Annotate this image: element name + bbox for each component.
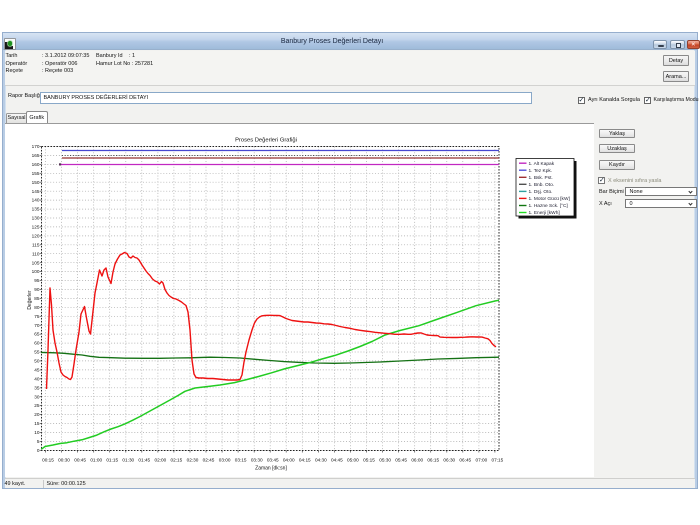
svg-text:115: 115 <box>32 242 40 247</box>
svg-text:04:15: 04:15 <box>299 458 311 463</box>
svg-text:160: 160 <box>32 162 40 167</box>
svg-text:20: 20 <box>34 412 40 417</box>
svg-text:0: 0 <box>37 448 40 453</box>
svg-text:95: 95 <box>34 278 40 283</box>
svg-text:15: 15 <box>34 421 40 426</box>
svg-text:65: 65 <box>34 332 40 337</box>
svg-text:35: 35 <box>34 385 40 390</box>
svg-text:06:15: 06:15 <box>427 458 439 463</box>
svg-text:165: 165 <box>32 153 40 158</box>
svg-text:00:15: 00:15 <box>42 458 54 463</box>
svg-text:45: 45 <box>34 368 40 373</box>
svg-text:170: 170 <box>32 144 40 149</box>
svg-text:70: 70 <box>34 323 40 328</box>
svg-text:01:45: 01:45 <box>138 458 150 463</box>
svg-text:155: 155 <box>32 171 40 176</box>
svg-text:01:30: 01:30 <box>122 458 134 463</box>
svg-text:135: 135 <box>32 207 40 212</box>
svg-text:05:45: 05:45 <box>395 458 407 463</box>
svg-text:90: 90 <box>34 287 40 292</box>
svg-text:50: 50 <box>34 359 40 364</box>
svg-text:03:00: 03:00 <box>219 458 231 463</box>
svg-text:120: 120 <box>32 234 40 239</box>
svg-text:1. Dşj. Oto.: 1. Dşj. Oto. <box>529 189 553 195</box>
svg-text:140: 140 <box>32 198 40 203</box>
svg-text:02:00: 02:00 <box>155 458 167 463</box>
svg-text:07:15: 07:15 <box>492 458 504 463</box>
svg-text:80: 80 <box>34 305 40 310</box>
svg-text:03:30: 03:30 <box>251 458 263 463</box>
svg-text:5: 5 <box>37 439 40 444</box>
svg-text:02:30: 02:30 <box>187 458 199 463</box>
svg-text:55: 55 <box>34 350 40 355</box>
svg-text:00:30: 00:30 <box>58 458 70 463</box>
svg-text:Proses Değerleri Grafiği: Proses Değerleri Grafiği <box>235 138 297 144</box>
svg-text:40: 40 <box>34 376 40 381</box>
svg-text:25: 25 <box>34 403 40 408</box>
svg-text:75: 75 <box>34 314 40 319</box>
svg-text:05:00: 05:00 <box>347 458 359 463</box>
svg-text:00:45: 00:45 <box>74 458 86 463</box>
svg-text:10: 10 <box>34 430 40 435</box>
svg-text:1. Tez Kpk.: 1. Tez Kpk. <box>529 168 553 174</box>
svg-text:Değerler: Değerler <box>27 290 33 310</box>
svg-text:1. Motor Gücü [kW]: 1. Motor Gücü [kW] <box>529 196 570 202</box>
svg-text:30: 30 <box>34 394 40 399</box>
svg-text:01:15: 01:15 <box>106 458 118 463</box>
svg-text:100: 100 <box>32 269 40 274</box>
svg-text:06:45: 06:45 <box>459 458 471 463</box>
svg-text:150: 150 <box>32 180 40 185</box>
svg-text:85: 85 <box>34 296 40 301</box>
svg-text:06:30: 06:30 <box>443 458 455 463</box>
svg-text:07:00: 07:00 <box>476 458 488 463</box>
svg-text:01:00: 01:00 <box>90 458 102 463</box>
svg-text:03:45: 03:45 <box>267 458 279 463</box>
svg-text:1. Bsk. Pst.: 1. Bsk. Pst. <box>529 175 553 181</box>
svg-text:02:45: 02:45 <box>203 458 215 463</box>
svg-text:03:15: 03:15 <box>235 458 247 463</box>
svg-text:1. Enerji [kWh]: 1. Enerji [kWh] <box>529 210 560 216</box>
svg-text:02:15: 02:15 <box>171 458 183 463</box>
svg-text:1. Hazne Sck. [°C]: 1. Hazne Sck. [°C] <box>529 203 568 209</box>
svg-text:Zaman [dk:sn]: Zaman [dk:sn] <box>255 466 287 472</box>
svg-text:04:00: 04:00 <box>283 458 295 463</box>
svg-text:06:00: 06:00 <box>411 458 423 463</box>
svg-text:145: 145 <box>32 189 40 194</box>
svg-text:04:45: 04:45 <box>331 458 343 463</box>
svg-text:05:30: 05:30 <box>379 458 391 463</box>
svg-text:110: 110 <box>32 251 40 256</box>
svg-text:1. Bnb. Oto.: 1. Bnb. Oto. <box>529 182 555 188</box>
svg-text:60: 60 <box>34 341 40 346</box>
svg-text:05:15: 05:15 <box>363 458 375 463</box>
svg-text:04:30: 04:30 <box>315 458 327 463</box>
svg-text:105: 105 <box>32 260 40 265</box>
svg-text:1. Alt Kapak: 1. Alt Kapak <box>529 161 555 167</box>
svg-text:125: 125 <box>32 225 40 230</box>
svg-text:130: 130 <box>32 216 40 221</box>
